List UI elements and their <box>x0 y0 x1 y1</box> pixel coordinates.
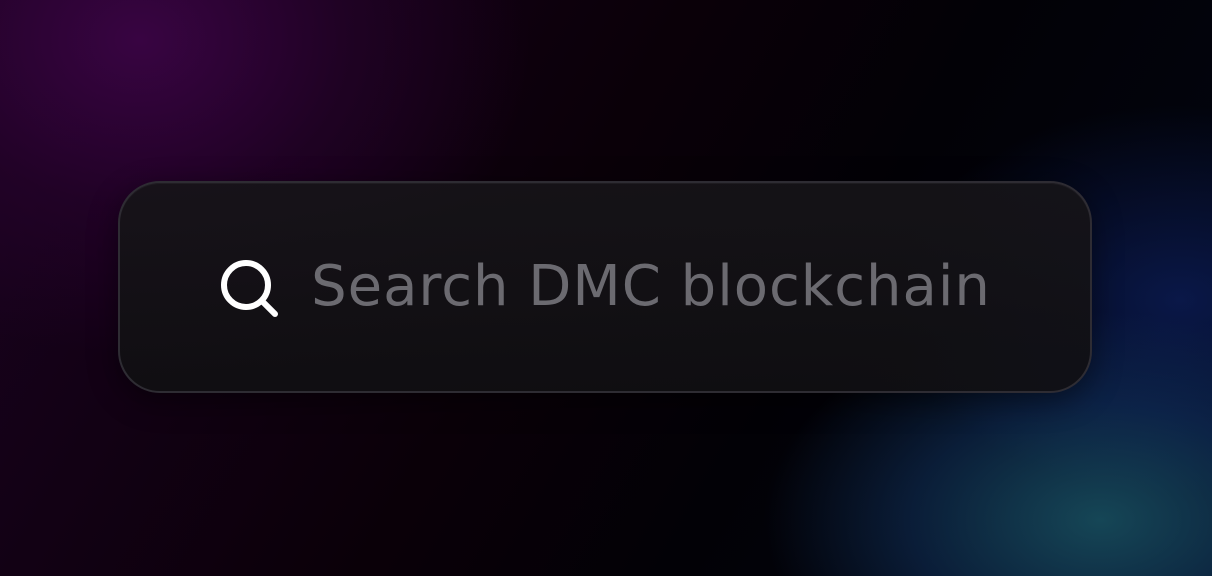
search-placeholder: Search DMC blockchain <box>311 254 991 319</box>
search-icon <box>219 258 281 320</box>
search-input[interactable]: Search DMC blockchain <box>118 181 1092 393</box>
background: Search DMC blockchain <box>0 0 1212 576</box>
